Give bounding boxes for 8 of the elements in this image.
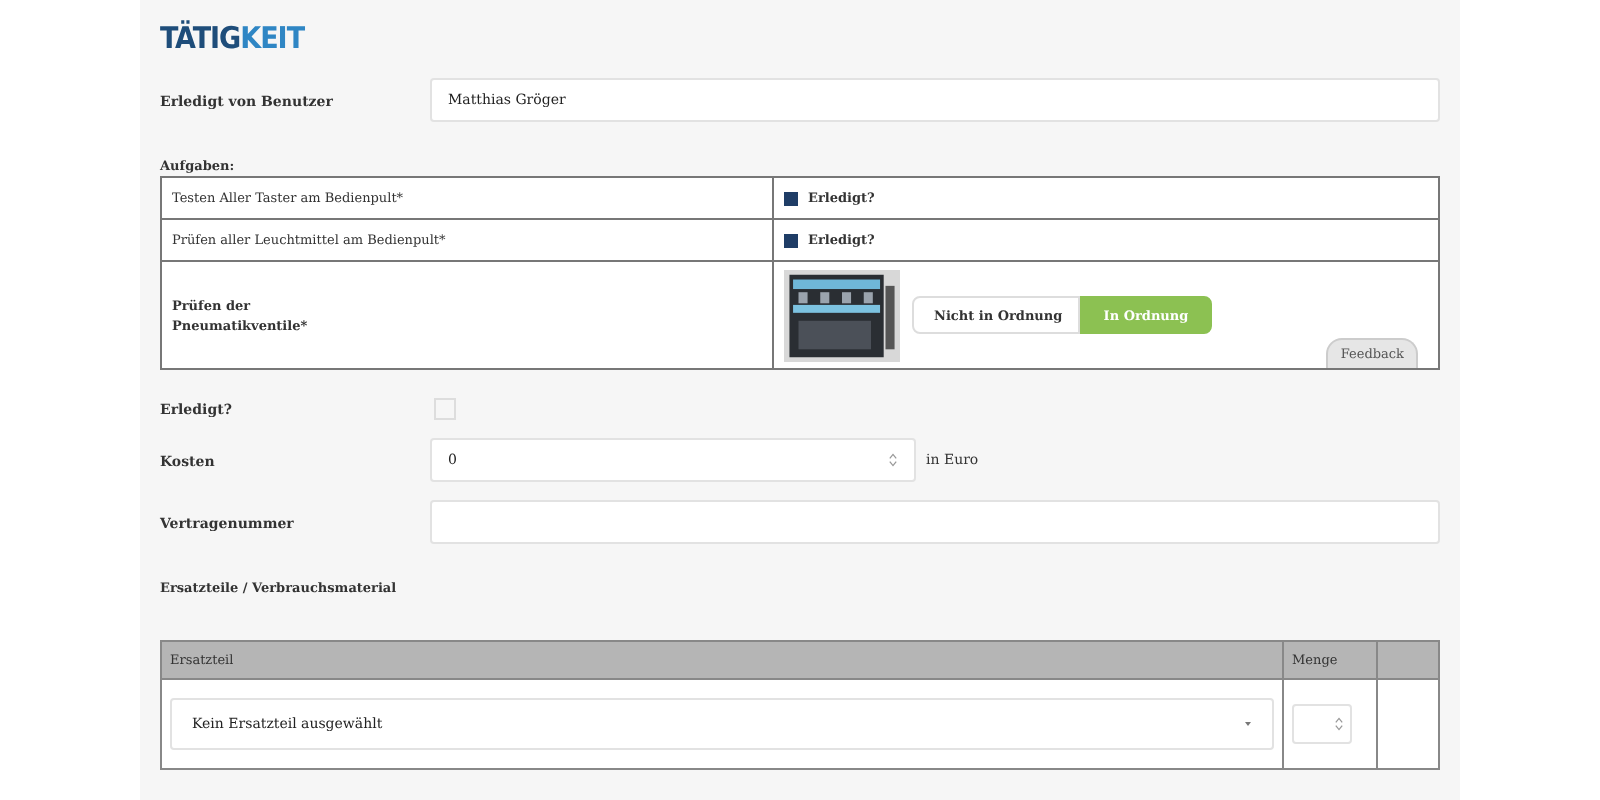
spinner-icon	[1334, 716, 1344, 732]
checkbox[interactable]	[784, 233, 798, 247]
spinner-icon	[888, 452, 898, 468]
caret-icon	[1244, 720, 1252, 728]
checkbox[interactable]	[784, 191, 798, 205]
contract-field[interactable]	[430, 500, 1440, 544]
quantity-field[interactable]	[1292, 704, 1352, 744]
page-title: TÄTIGKEIT	[160, 20, 305, 56]
